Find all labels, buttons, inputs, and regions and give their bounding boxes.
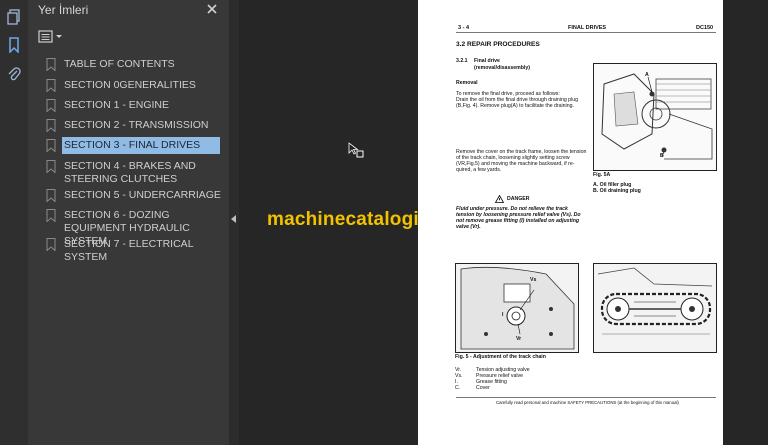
fig5a-item-b: B. Oil draining plug bbox=[593, 188, 641, 194]
sub-title: Final drive bbox=[474, 58, 500, 64]
sub-title-2: (removal/disassembly) bbox=[474, 65, 530, 71]
tool-rail bbox=[0, 0, 29, 445]
bookmarks-panel: Yer İmleri TABLE OF CONTENTS SECTION 0GE… bbox=[28, 0, 229, 445]
danger-text-4: valve (Vr). bbox=[456, 224, 481, 230]
attachment-icon[interactable] bbox=[6, 66, 22, 82]
bookmark-flag-icon bbox=[46, 119, 56, 132]
pages-icon[interactable] bbox=[6, 9, 22, 25]
bookmark-flag-icon bbox=[46, 209, 56, 222]
section-title: 3.2 REPAIR PROCEDURES bbox=[456, 41, 540, 48]
bookmark-icon[interactable] bbox=[6, 37, 22, 53]
footer-rule bbox=[456, 397, 716, 398]
bookmark-flag-icon bbox=[46, 238, 56, 251]
bookmark-label: TABLE OF CONTENTS bbox=[64, 58, 175, 70]
legend-value: Cover bbox=[476, 385, 490, 391]
warning-triangle-icon bbox=[495, 195, 504, 203]
sub-number: 3.2.1 bbox=[456, 58, 468, 64]
removal-text-3: (B,Fig. 4). Remove plug(A) to facilitate… bbox=[456, 103, 574, 109]
header-rule bbox=[456, 32, 716, 33]
fig5a-label-a: A bbox=[645, 72, 649, 78]
bookmark-flag-icon bbox=[46, 139, 56, 152]
bookmark-flag-icon bbox=[46, 79, 56, 92]
danger-label: DANGER bbox=[507, 196, 530, 202]
panel-collapse-handle[interactable] bbox=[229, 0, 239, 445]
figure-5-left: Vs Vr I bbox=[455, 263, 579, 353]
bookmark-flag-icon bbox=[46, 189, 56, 202]
bookmark-label: SECTION 4 - BRAKES AND STEERING CLUTCHES bbox=[64, 160, 196, 185]
fig5-label-vs: Vs bbox=[530, 277, 537, 283]
page-header-right: DC150 bbox=[696, 25, 714, 31]
fig5-caption: Fig. 5 - Adjustment of the track chain bbox=[455, 354, 546, 360]
bookmark-options-icon[interactable] bbox=[38, 29, 64, 45]
fig5-label-vr: Vr bbox=[516, 336, 522, 342]
close-icon[interactable] bbox=[205, 2, 219, 16]
bookmark-label: SECTION 3 - FINAL DRIVES bbox=[62, 137, 220, 154]
figure-5-right bbox=[593, 263, 717, 353]
bookmark-label: SECTION 2 - TRANSMISSION bbox=[64, 119, 209, 131]
panel-title: Yer İmleri bbox=[38, 3, 89, 17]
mouse-cursor-icon bbox=[348, 142, 364, 158]
page-header-left: 3 - 4 bbox=[458, 25, 470, 31]
bookmark-flag-icon bbox=[46, 99, 56, 112]
removal-heading: Removal bbox=[456, 80, 478, 86]
bookmark-label: SECTION 0GENERALITIES bbox=[64, 79, 196, 91]
bookmark-flag-icon bbox=[46, 160, 56, 173]
legend-key: C. bbox=[455, 385, 461, 391]
cover-text-4: quired, a few yards. bbox=[456, 167, 502, 173]
page-header-center: FINAL DRIVES bbox=[568, 25, 607, 31]
page-footer: Carefully read personal and machine SAFE… bbox=[496, 400, 679, 405]
figure-5a: A B bbox=[593, 63, 717, 171]
pdf-page: 3 - 4 FINAL DRIVES DC150 3.2 REPAIR PROC… bbox=[418, 0, 723, 445]
collapse-arrow-icon bbox=[231, 215, 236, 223]
bookmark-label: SECTION 7 - ELECTRICAL SYSTEM bbox=[64, 238, 194, 263]
bookmark-label: SECTION 5 - UNDERCARRIAGE bbox=[64, 189, 221, 201]
final-drive-illustration bbox=[594, 64, 716, 170]
track-chain-illustration bbox=[594, 264, 716, 352]
bookmark-flag-icon bbox=[46, 58, 56, 71]
bookmark-label: SECTION 1 - ENGINE bbox=[64, 99, 170, 111]
fig5a-label-b: B bbox=[660, 153, 664, 159]
fig5-label-i: I bbox=[502, 312, 504, 318]
fig5a-caption: Fig. 5A bbox=[593, 172, 611, 178]
